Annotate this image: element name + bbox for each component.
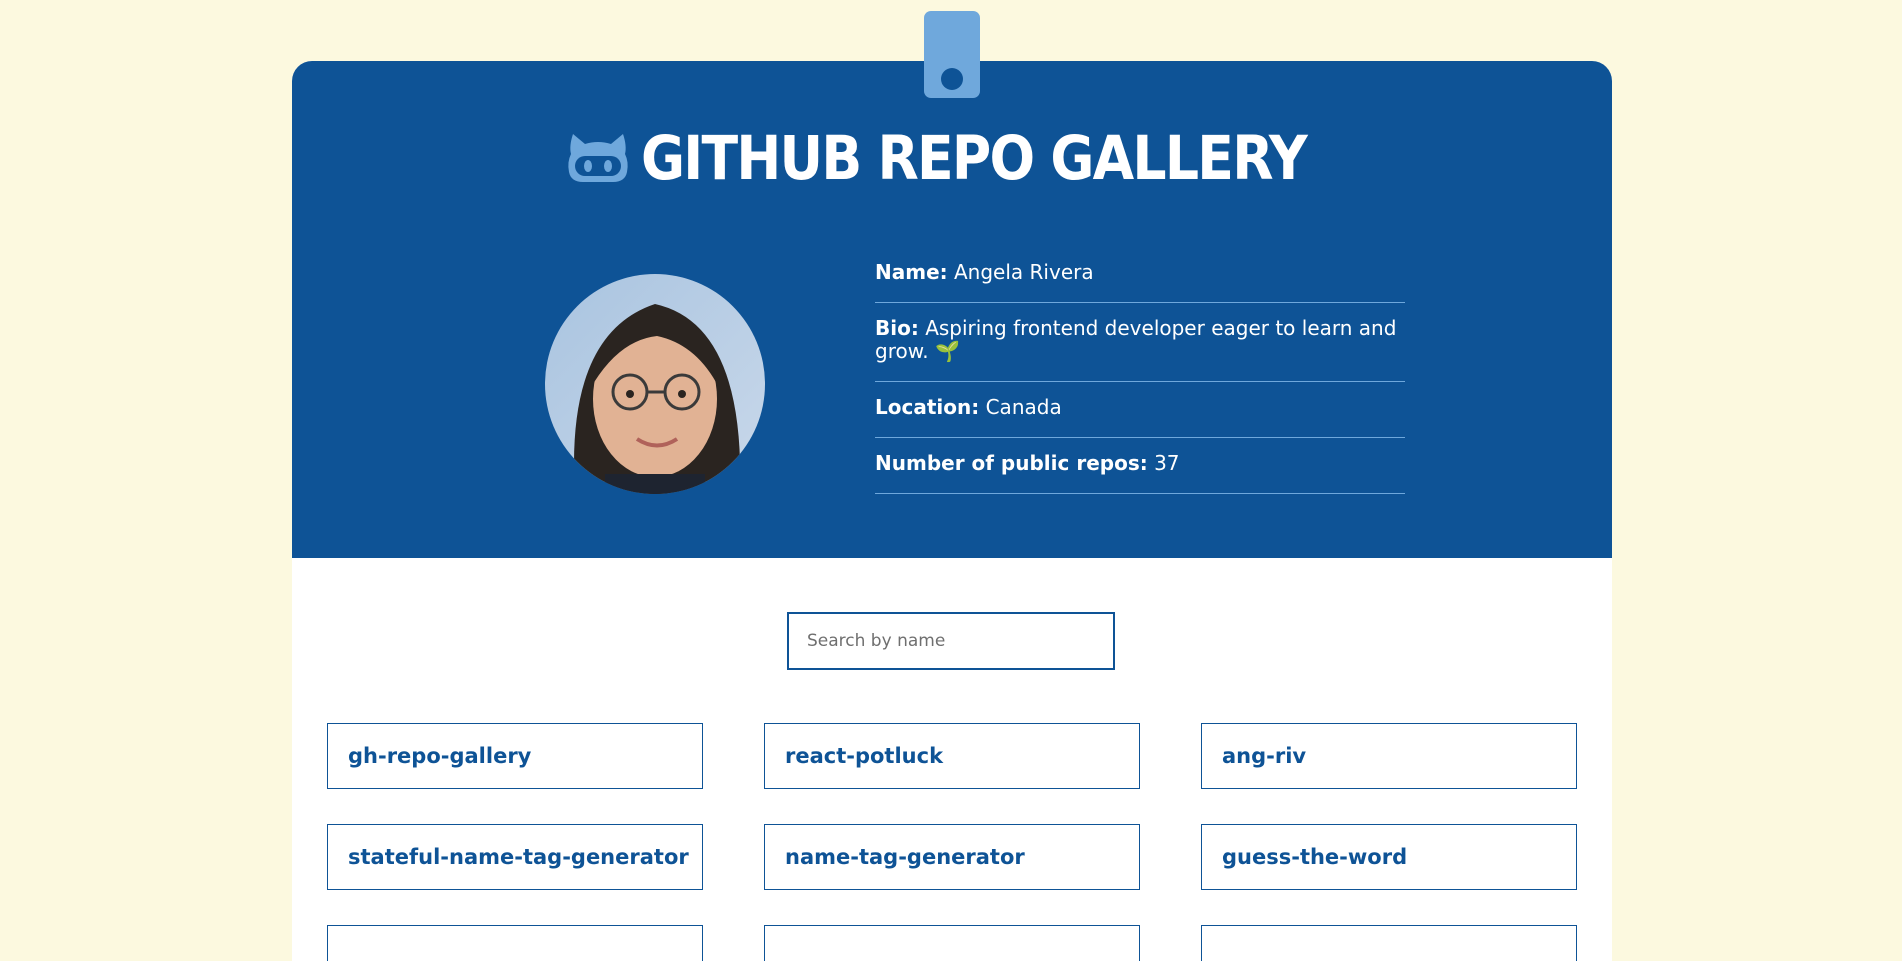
repo-card[interactable]: ang-riv — [1201, 723, 1577, 789]
repo-name: guess-the-word — [1222, 845, 1408, 869]
repo-name: react-potluck — [785, 744, 944, 768]
profile-location: Location: Canada — [875, 382, 1405, 438]
repo-card[interactable]: guess-the-word — [1201, 824, 1577, 890]
name-value: Angela Rivera — [954, 260, 1094, 284]
repo-name: name-tag-generator — [785, 845, 1025, 869]
profile-bio: Bio: Aspiring frontend developer eager t… — [875, 303, 1405, 382]
octocat-icon — [568, 134, 628, 182]
repo-card-partial[interactable] — [764, 925, 1140, 961]
profile-repo-count: Number of public repos: 37 — [875, 438, 1405, 494]
repos-count: 37 — [1154, 451, 1180, 475]
profile-info: Name: Angela Rivera Bio: Aspiring fronte… — [875, 247, 1405, 494]
repo-card-partial[interactable] — [327, 925, 703, 961]
page-title: GITHUB REPO GALLERY — [641, 122, 1308, 194]
profile-name: Name: Angela Rivera — [875, 247, 1405, 303]
repo-name: stateful-name-tag-generator — [348, 845, 689, 869]
badge-clip — [924, 11, 980, 98]
repo-card[interactable]: gh-repo-gallery — [327, 723, 703, 789]
repo-name: gh-repo-gallery — [348, 744, 532, 768]
repos-label: Number of public repos: — [875, 451, 1148, 475]
repo-card[interactable]: react-potluck — [764, 723, 1140, 789]
profile-header: GITHUB REPO GALLERY Name: Angela Rivera … — [292, 61, 1612, 558]
bio-value: Aspiring frontend developer eager to lea… — [875, 316, 1397, 363]
gallery-card: GITHUB REPO GALLERY Name: Angela Rivera … — [292, 61, 1612, 961]
repo-card[interactable]: stateful-name-tag-generator — [327, 824, 703, 890]
search-placeholder: Search by name — [807, 631, 946, 651]
repo-card-partial[interactable] — [1201, 925, 1577, 961]
clip-hole — [941, 68, 963, 90]
avatar — [545, 274, 765, 494]
search-input[interactable]: Search by name — [787, 612, 1115, 670]
repo-name: ang-riv — [1222, 744, 1307, 768]
location-value: Canada — [985, 395, 1062, 419]
name-label: Name: — [875, 260, 948, 284]
bio-label: Bio: — [875, 316, 919, 340]
title-row: GITHUB REPO GALLERY — [292, 118, 1612, 198]
location-label: Location: — [875, 395, 980, 419]
repo-card[interactable]: name-tag-generator — [764, 824, 1140, 890]
